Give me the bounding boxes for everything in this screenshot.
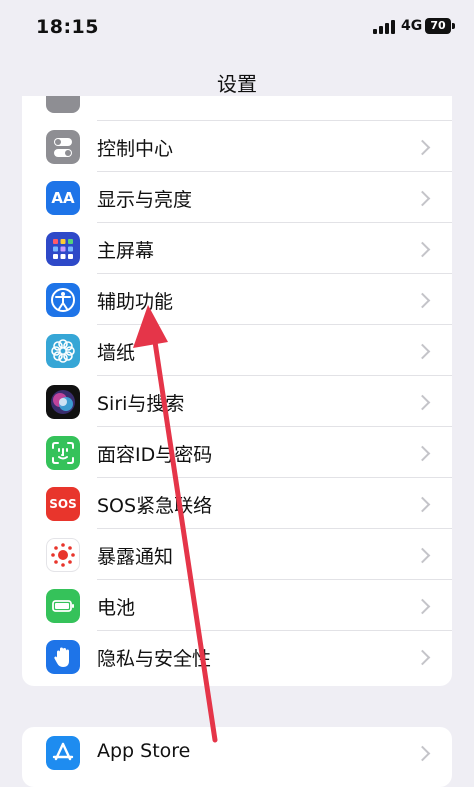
page-title: 设置 xyxy=(217,72,257,96)
settings-row-partial[interactable] xyxy=(22,96,452,121)
settings-row-exposure[interactable]: 暴露通知 xyxy=(22,529,452,580)
settings-row-label: 墙纸 xyxy=(97,342,136,364)
status-bar: 18:15 4G 70 xyxy=(0,0,474,56)
settings-row-display[interactable]: AA 显示与亮度 xyxy=(22,172,452,223)
face-id-icon xyxy=(46,436,80,470)
chevron-right-icon xyxy=(414,745,431,762)
sos-icon: SOS xyxy=(46,487,80,521)
settings-row-control-center[interactable]: 控制中心 xyxy=(22,121,452,172)
network-type: 4G xyxy=(401,18,423,34)
settings-row-label: 辅助功能 xyxy=(97,291,174,313)
wallpaper-icon xyxy=(46,334,80,368)
chevron-right-icon xyxy=(414,496,431,513)
settings-row-label: 显示与亮度 xyxy=(97,189,193,211)
settings-row-label: 面容ID与密码 xyxy=(97,444,213,466)
app-store-group: App Store xyxy=(22,727,452,787)
settings-row-label: 控制中心 xyxy=(97,138,174,160)
settings-row-wallpaper[interactable]: 墙纸 xyxy=(22,325,452,376)
control-center-icon xyxy=(46,130,80,164)
app-store-icon xyxy=(46,736,80,770)
chevron-right-icon xyxy=(414,190,431,207)
home-screen-icon xyxy=(46,232,80,266)
settings-row-label: 暴露通知 xyxy=(97,546,174,568)
status-time: 18:15 xyxy=(36,16,99,38)
settings-row-home-screen[interactable]: 主屏幕 xyxy=(22,223,452,274)
settings-row-app-store[interactable]: App Store xyxy=(22,727,452,778)
siri-icon xyxy=(46,385,80,419)
settings-row-privacy[interactable]: 隐私与安全性 xyxy=(22,631,452,682)
chevron-right-icon xyxy=(414,292,431,309)
settings-row-label: 电池 xyxy=(97,597,136,619)
chevron-right-icon xyxy=(414,241,431,258)
chevron-right-icon xyxy=(414,547,431,564)
settings-row-label: Siri与搜索 xyxy=(97,393,185,415)
settings-row-sos[interactable]: SOS SOS紧急联络 xyxy=(22,478,452,529)
chevron-right-icon xyxy=(414,598,431,615)
battery-icon xyxy=(46,589,80,623)
settings-row-battery[interactable]: 电池 xyxy=(22,580,452,631)
settings-group: 控制中心 AA 显示与亮度 主屏幕 辅助功能 墙纸 Siri与搜索 面容ID与密… xyxy=(22,96,452,686)
settings-row-label: 隐私与安全性 xyxy=(97,648,212,670)
privacy-hand-icon xyxy=(46,640,80,674)
general-icon xyxy=(46,96,80,113)
chevron-right-icon xyxy=(414,445,431,462)
settings-row-label: App Store xyxy=(97,740,191,762)
chevron-right-icon xyxy=(414,394,431,411)
battery-level-icon: 70 xyxy=(425,18,455,34)
cellular-signal-icon xyxy=(373,20,397,34)
settings-row-siri[interactable]: Siri与搜索 xyxy=(22,376,452,427)
chevron-right-icon xyxy=(414,139,431,156)
settings-row-accessibility[interactable]: 辅助功能 xyxy=(22,274,452,325)
display-brightness-icon: AA xyxy=(46,181,80,215)
settings-row-label: 主屏幕 xyxy=(97,240,155,262)
settings-row-face-id[interactable]: 面容ID与密码 xyxy=(22,427,452,478)
chevron-right-icon xyxy=(414,343,431,360)
chevron-right-icon xyxy=(414,649,431,666)
settings-row-label: SOS紧急联络 xyxy=(97,495,213,517)
accessibility-icon xyxy=(46,283,80,317)
exposure-notification-icon xyxy=(46,538,80,572)
